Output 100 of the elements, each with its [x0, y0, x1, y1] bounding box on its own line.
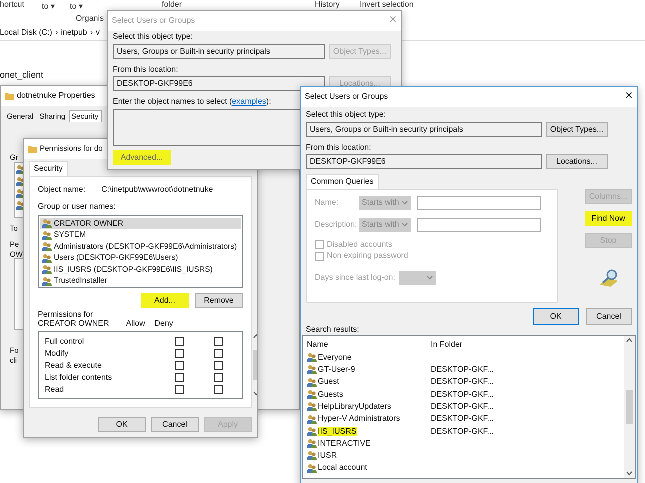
permission-name: Read: [45, 385, 66, 395]
checkbox[interactable]: [214, 373, 223, 382]
breadcrumb-item[interactable]: Local Disk (C:): [0, 28, 52, 38]
text-area[interactable]: [113, 108, 303, 146]
result-folder: DESKTOP-GKF...: [431, 414, 494, 424]
result-name[interactable]: Everyone: [318, 352, 352, 362]
checkbox[interactable]: [214, 349, 223, 358]
button[interactable]: Add...: [141, 292, 189, 308]
field-label: Days since last log-on:: [315, 273, 396, 283]
scrollbar[interactable]: [624, 336, 635, 478]
users-icon: [42, 230, 52, 240]
button[interactable]: Cancel: [586, 308, 632, 325]
button[interactable]: Locations...: [546, 154, 608, 170]
checkbox[interactable]: [214, 385, 223, 394]
result-name[interactable]: Guest: [318, 377, 340, 387]
result-name[interactable]: Hyper-V Administrators: [318, 414, 400, 424]
field-label: Select this object type:: [306, 110, 388, 120]
field-label: Object name:: [38, 184, 86, 194]
users-icon: [307, 426, 317, 436]
tab[interactable]: Common Queries: [306, 174, 379, 189]
result-folder: DESKTOP-GKF...: [431, 402, 494, 412]
examples-link[interactable]: examples: [232, 97, 266, 106]
window-title: Select Users or Groups: [112, 16, 196, 26]
button[interactable]: OK: [98, 416, 146, 432]
text-field[interactable]: [417, 218, 541, 232]
users-icon: [42, 242, 52, 252]
checkbox[interactable]: [214, 337, 223, 346]
field-label: From this location:: [113, 64, 180, 74]
result-name[interactable]: Guests: [318, 390, 344, 400]
checkbox[interactable]: [175, 349, 184, 358]
result-name[interactable]: IIS_IUSRS: [318, 426, 357, 436]
users-icon: [307, 402, 317, 412]
permission-name: Read & execute: [45, 361, 103, 371]
folder-icon: [5, 92, 14, 100]
scroll-down-icon: [626, 471, 633, 476]
users-icon: [42, 254, 52, 263]
users-icon: [307, 378, 317, 387]
checkbox[interactable]: [315, 240, 324, 250]
window-title: Select Users or Groups: [305, 92, 388, 102]
search-icon: [598, 269, 620, 288]
text-field[interactable]: [417, 196, 541, 210]
ribbon-label[interactable]: Invert selection: [360, 0, 414, 10]
users-icon: [307, 414, 317, 424]
field-label: Select this object type:: [113, 32, 194, 42]
ribbon-label[interactable]: Organis: [76, 14, 104, 24]
column-header[interactable]: Name: [307, 340, 431, 350]
users-icon: [42, 219, 52, 228]
folder-name[interactable]: onet_client: [0, 70, 44, 81]
permission-name: Modify: [45, 349, 70, 359]
column-header: Deny: [154, 319, 174, 329]
button[interactable]: OK: [533, 308, 579, 325]
checkbox[interactable]: [214, 361, 223, 370]
text-field[interactable]: Users, Groups or Built-in security principals: [306, 122, 542, 137]
checkbox[interactable]: [315, 252, 324, 261]
users-icon: [307, 365, 317, 374]
users-icon: [307, 464, 317, 473]
ribbon-label[interactable]: folder: [162, 0, 182, 10]
button[interactable]: Find Now: [585, 211, 632, 226]
column-header[interactable]: In Folder: [431, 340, 555, 350]
field-label: Name:: [315, 198, 340, 208]
breadcrumb-separator: ›: [55, 28, 58, 38]
tab[interactable]: Security: [29, 161, 68, 176]
users-icon: [307, 390, 317, 399]
users-icon: [42, 276, 52, 286]
permission-name: List folder contents: [45, 373, 114, 383]
button[interactable]: Cancel: [151, 416, 199, 432]
scrollbar-thumb[interactable]: [626, 390, 633, 424]
window-title: dotnetnuke Properties: [17, 91, 96, 101]
scroll-up-icon: [626, 338, 633, 344]
caret-icon: [402, 222, 408, 227]
checkbox[interactable]: [175, 337, 184, 346]
breadcrumb-item[interactable]: inetpub: [61, 28, 88, 38]
close-button[interactable]: ✕: [625, 91, 633, 103]
result-name[interactable]: INTERACTIVE: [318, 438, 371, 448]
ribbon-label[interactable]: to ▾: [42, 2, 55, 12]
result-name[interactable]: GT-User-9: [318, 365, 356, 375]
button[interactable]: Advanced...: [113, 150, 171, 165]
caret-icon: [427, 276, 434, 280]
checkbox[interactable]: [175, 361, 184, 370]
result-name[interactable]: IUSR: [318, 451, 338, 461]
ribbon-label[interactable]: History: [315, 0, 340, 10]
button[interactable]: Remove: [195, 292, 243, 308]
field-label: Group or user names:: [38, 202, 117, 212]
dropdown-value: Starts with: [362, 218, 400, 231]
result-name[interactable]: Local account: [318, 463, 368, 473]
text-field[interactable]: DESKTOP-GKF99E6: [306, 154, 542, 170]
field-label: From this location:: [306, 142, 372, 152]
checkbox-label: Non expiring password: [327, 251, 408, 261]
checkbox[interactable]: [175, 373, 184, 382]
ribbon-label[interactable]: hortcut: [0, 0, 24, 10]
text-field[interactable]: DESKTOP-GKF99E6: [113, 76, 325, 92]
result-folder: DESKTOP-GKF...: [431, 390, 494, 400]
caret-icon: [402, 200, 408, 205]
result-folder: DESKTOP-GKF...: [431, 365, 494, 375]
result-name[interactable]: HelpLibraryUpdaters: [318, 402, 392, 412]
text-field[interactable]: Users, Groups or Built-in security principals: [113, 44, 325, 59]
breadcrumb-item[interactable]: v: [96, 28, 100, 38]
ribbon-label[interactable]: to ▾: [70, 2, 83, 12]
checkbox[interactable]: [175, 385, 184, 394]
button[interactable]: Object Types...: [546, 122, 608, 137]
